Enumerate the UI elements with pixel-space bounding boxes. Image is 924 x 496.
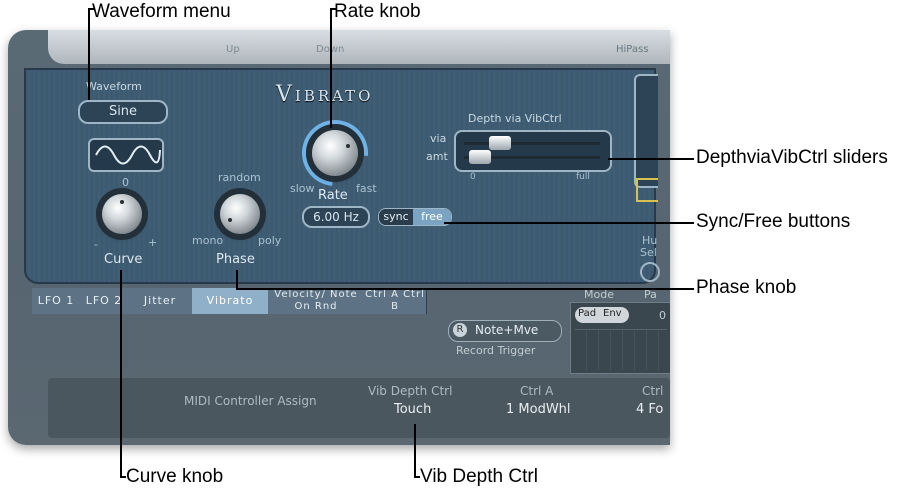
depth-min-label: 0 [470, 172, 476, 182]
depth-title: Depth via VibCtrl [468, 112, 562, 125]
callout-line-depth [608, 158, 694, 160]
curve-plus-label: + [148, 236, 158, 249]
right-round-button[interactable] [640, 262, 660, 282]
depth-via-track [464, 142, 600, 145]
callout-waveform-menu: Waveform menu [92, 1, 231, 22]
top-strip: Up Down HiPass [48, 30, 670, 64]
phase-mono-label: mono [192, 234, 224, 247]
callout-line-curve [120, 270, 122, 478]
record-r-button[interactable]: R [453, 323, 467, 337]
curve-zero-label: 0 [122, 176, 129, 189]
vibrato-plugin-window: Up Down HiPass Vibrato Waveform Sine 0 -… [8, 30, 670, 445]
phase-knob[interactable] [220, 194, 260, 234]
callout-line-phase-v [236, 270, 238, 290]
waveform-menu[interactable]: Sine [78, 100, 168, 124]
callout-line-phase-h [236, 288, 694, 290]
sine-wave-display [88, 138, 164, 172]
env-button[interactable]: Env [603, 308, 622, 319]
depth-via-slider[interactable] [489, 136, 512, 150]
callout-phase-knob: Phase knob [696, 277, 797, 298]
curve-label: Curve [104, 252, 143, 267]
rate-value-display[interactable]: 6.00 Hz [302, 206, 370, 228]
rate-fast-label: fast [356, 182, 377, 195]
depth-amt-label: amt [426, 150, 448, 163]
pad-button[interactable]: Pad [578, 308, 596, 319]
phase-random-label: random [218, 171, 261, 184]
waveform-label: Waveform [86, 80, 142, 93]
ctrl-b-value[interactable]: 4 Fo [636, 402, 663, 417]
phase-poly-label: poly [258, 234, 282, 247]
vib-depth-ctrl-value[interactable]: Touch [394, 402, 431, 417]
sine-wave-icon [95, 145, 161, 165]
tab-velocity-note-on-rnd[interactable]: Velocity/ Note On Rnd [268, 288, 365, 314]
vibrato-title: Vibrato [276, 82, 374, 107]
record-trigger-label: Record Trigger [456, 344, 536, 357]
callout-tick-vib [414, 476, 420, 478]
callout-tick-curve [120, 476, 126, 478]
sync-free-toggle: sync free [378, 208, 452, 226]
hipass-label: HiPass [616, 44, 649, 55]
up-label: Up [226, 44, 240, 55]
callout-line-vib [414, 424, 416, 478]
pad-env-toggle: Pad Env [575, 307, 629, 323]
curve-knob[interactable] [102, 194, 142, 234]
callout-curve-knob: Curve knob [126, 466, 224, 487]
tab-vibrato[interactable]: Vibrato [192, 288, 269, 314]
callout-line-rate [330, 8, 332, 128]
callout-tick-waveform [88, 8, 94, 10]
midi-controller-assign-panel: MIDI Controller Assign Vib Depth Ctrl To… [48, 378, 670, 438]
tab-ctrl-a-ctrl-b[interactable]: Ctrl A Ctrl B [364, 288, 427, 314]
rate-slow-label: slow [290, 182, 315, 195]
callout-rate-knob: Rate knob [334, 1, 421, 22]
sel-label: Sel [640, 246, 657, 259]
phase-label: Phase [216, 252, 255, 267]
callout-line-sync [444, 222, 694, 224]
tab-jitter[interactable]: Jitter [128, 288, 193, 314]
curve-minus-label: - [94, 238, 98, 251]
mode-value: 0 [659, 309, 666, 322]
mode-panel: Pad Env 0 [570, 302, 670, 374]
callout-vib-depth-ctrl: Vib Depth Ctrl [420, 466, 538, 487]
record-trigger-group: R Note+Mve Record Trigger [448, 320, 568, 360]
ctrl-a-label: Ctrl A [520, 384, 554, 398]
rate-knob[interactable] [312, 130, 358, 176]
ctrl-b-label: Ctrl [642, 384, 664, 398]
sync-button[interactable]: sync [379, 209, 413, 225]
rate-label: Rate [318, 188, 348, 203]
depth-amt-slider[interactable] [468, 150, 491, 164]
ctrl-a-value[interactable]: 1 ModWhl [506, 402, 571, 417]
vib-depth-ctrl-label: Vib Depth Ctrl [368, 384, 453, 398]
callout-depth-sliders: DepthviaVibCtrl sliders [696, 147, 888, 168]
depth-via-label: via [430, 132, 447, 145]
callout-sync-free: Sync/Free buttons [696, 211, 851, 232]
right-yellow-button[interactable] [636, 178, 658, 202]
mode-grid [575, 329, 667, 370]
right-button-stack [634, 74, 658, 188]
record-trigger-menu[interactable]: R Note+Mve [448, 320, 562, 342]
vibrato-panel: Vibrato Waveform Sine 0 - + Curve random… [24, 68, 660, 284]
midi-title: MIDI Controller Assign [184, 394, 317, 408]
depth-max-label: full [576, 172, 590, 182]
depth-slider-box [454, 130, 612, 172]
tab-lfo-1[interactable]: LFO 1 [32, 288, 81, 314]
record-trigger-value: Note+Mve [475, 323, 539, 337]
callout-tick-rate [330, 8, 336, 10]
callout-line-waveform [88, 8, 90, 100]
